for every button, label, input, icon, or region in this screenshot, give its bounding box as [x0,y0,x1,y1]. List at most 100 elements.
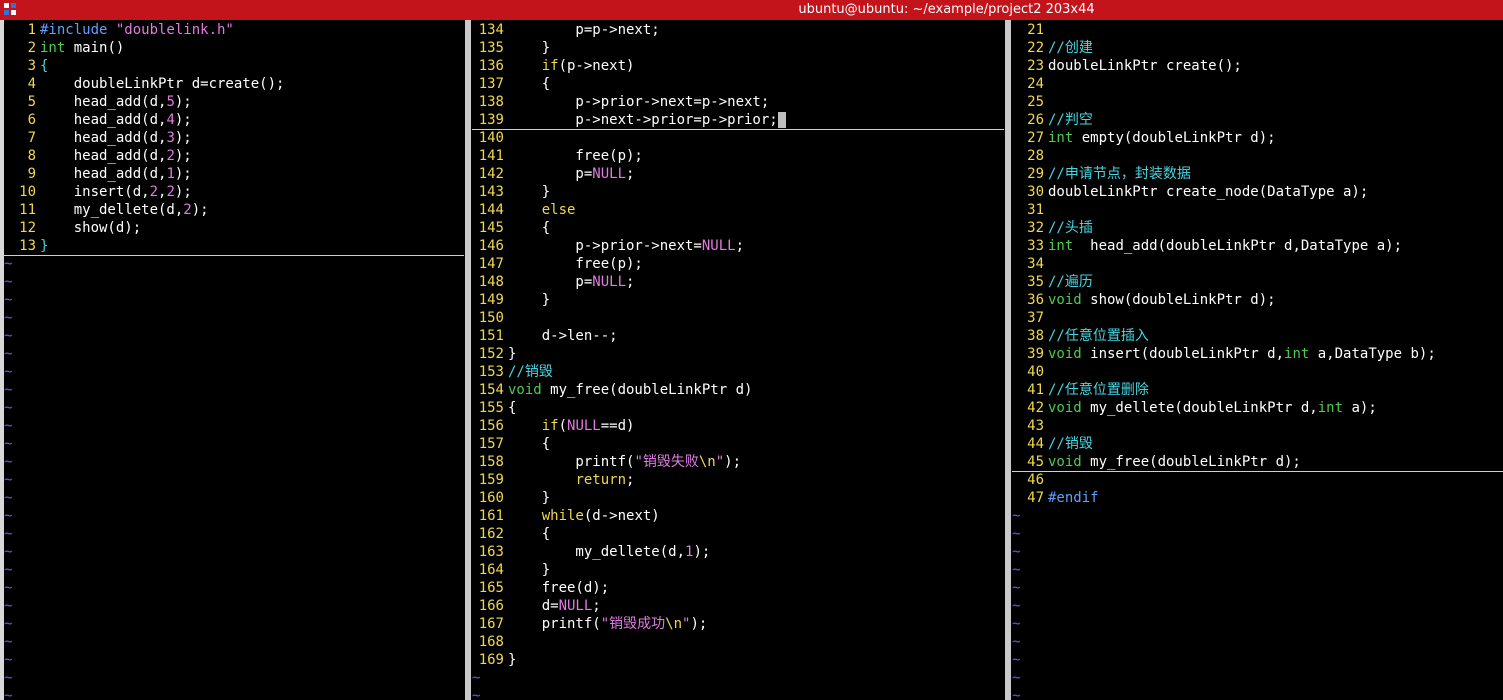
line-number: 144 [478,202,504,218]
code-line[interactable]: 157 { [472,435,1004,453]
code-line[interactable]: 146 p->prior->next=NULL; [472,237,1004,255]
code-line[interactable]: 11 my_dellete(d,2); [4,201,464,219]
code-line[interactable]: 162 { [472,525,1004,543]
code-line[interactable]: 41//任意位置删除 [1012,381,1503,399]
code-line[interactable]: 4 doubleLinkPtr d=create(); [4,75,464,93]
code-line[interactable]: 136 if(p->next) [472,57,1004,75]
code-line[interactable]: 30 doubleLinkPtr create_node(DataType a); [1012,183,1503,201]
code-line[interactable]: 32//头插 [1012,219,1503,237]
code-line[interactable]: 151 d->len--; [472,327,1004,345]
code-line[interactable]: 21 [1012,21,1503,39]
code-line[interactable]: 149 } [472,291,1004,309]
code-line[interactable]: 168 [472,633,1004,651]
code-line[interactable]: 150 [472,309,1004,327]
code-line[interactable]: 155{ [472,399,1004,417]
code-line[interactable]: 44//销毁 [1012,435,1503,453]
code-line[interactable]: 23 doubleLinkPtr create(); [1012,57,1503,75]
tilde-marker: ~ [4,652,13,668]
code-line[interactable]: 153//销毁 [472,363,1004,381]
code-line[interactable]: 1 #include "doublelink.h" [4,21,464,39]
code-line[interactable]: 160 } [472,489,1004,507]
terminal-titlebar[interactable]: ubuntu@ubuntu: ~/example/project2 203x44 [0,0,1503,20]
code-line[interactable]: 34 [1012,255,1503,273]
code-line[interactable]: 138 p->prior->next=p->next; [472,93,1004,111]
code-line[interactable]: 25 [1012,93,1503,111]
line-number: 24 [1027,76,1044,92]
code-line[interactable]: 165 free(d); [472,579,1004,597]
code-line[interactable]: 3{ [4,57,464,75]
code-line[interactable]: 7 head_add(d,3); [4,129,464,147]
line-number: 136 [478,58,504,74]
code-line[interactable]: 10 insert(d,2,2); [4,183,464,201]
empty-line-marker: ~ [4,273,464,291]
empty-line-marker: ~ [4,291,464,309]
code-line[interactable]: 2 int main() [4,39,464,57]
code-line[interactable]: 159 return; [472,471,1004,489]
code-line[interactable]: 166 d=NULL; [472,597,1004,615]
code-line[interactable]: 39 void insert(doubleLinkPtr d,int a,Data… [1012,345,1503,363]
code-line[interactable]: 135 } [472,39,1004,57]
code-line[interactable]: 158 printf("销毁失败\n"); [472,453,1004,471]
code-line[interactable]: 154 void my_free(doubleLinkPtr d) [472,381,1004,399]
code-token: } [508,562,551,578]
code-line[interactable]: 29//申请节点，封装数据 [1012,165,1503,183]
code-line[interactable]: 6 head_add(d,4); [4,111,464,129]
code-token: return [575,472,627,488]
code-line[interactable]: 142 p=NULL; [472,165,1004,183]
code-line[interactable]: 161 while(d->next) [472,507,1004,525]
code-line[interactable]: 9 head_add(d,1); [4,165,464,183]
code-line[interactable]: 137 { [472,75,1004,93]
code-token: //头插 [1048,220,1093,236]
code-line[interactable]: 147 free(p); [472,255,1004,273]
tilde-marker: ~ [4,328,13,344]
code-line[interactable]: 169} [472,651,1004,669]
text-cursor [777,112,786,128]
code-line[interactable]: 5 head_add(d,5); [4,93,464,111]
code-line[interactable]: 40 [1012,363,1503,381]
code-line[interactable]: 145 { [472,219,1004,237]
code-line[interactable]: 140 [472,129,1004,147]
code-line[interactable]: 24 [1012,75,1503,93]
line-number: 2 [27,40,36,56]
vertical-split-divider[interactable] [465,20,471,700]
code-line[interactable]: 22//创建 [1012,39,1503,57]
empty-line-marker: ~ [1012,597,1503,615]
vim-pane-main[interactable]: 1 #include "doublelink.h" 2 int main() 3{4 d… [4,20,464,700]
line-number: 143 [478,184,504,200]
code-line[interactable]: 144 else [472,201,1004,219]
vim-pane-doublelink-c[interactable]: 134 p=p->next; 135 } 136 if(p->next) 137 {1… [472,20,1004,700]
code-line[interactable]: 47 #endif [1012,489,1503,507]
code-line[interactable]: 33 int head_add(doubleLinkPtr d,DataType … [1012,237,1503,255]
code-line[interactable]: 167 printf("销毁成功\n"); [472,615,1004,633]
code-line[interactable]: 163 my_dellete(d,1); [472,543,1004,561]
code-line[interactable]: 36 void show(doubleLinkPtr d); [1012,291,1503,309]
code-line[interactable]: 143 } [472,183,1004,201]
vertical-split-divider[interactable] [1005,20,1011,700]
code-token: NULL [592,274,627,290]
code-line[interactable]: 152} [472,345,1004,363]
code-line[interactable]: 42 void my_dellete(doubleLinkPtr d,int a)… [1012,399,1503,417]
code-line[interactable]: 8 head_add(d,2); [4,147,464,165]
code-line[interactable]: 28 [1012,147,1503,165]
code-line[interactable]: 27 int empty(doubleLinkPtr d); [1012,129,1503,147]
code-line[interactable]: 35//遍历 [1012,273,1503,291]
vim-pane-doublelink-h[interactable]: 21 22//创建 23 doubleLinkPtr create(); 24 25 26/… [1012,20,1503,700]
code-token: p= [508,166,593,182]
code-line[interactable]: 141 free(p); [472,147,1004,165]
code-line[interactable]: 139 p->next->prior=p->prior; [472,111,1004,130]
code-line[interactable]: 134 p=p->next; [472,21,1004,39]
code-line[interactable]: 26//判空 [1012,111,1503,129]
tilde-marker: ~ [4,670,13,686]
code-line[interactable]: 156 if(NULL==d) [472,417,1004,435]
code-line[interactable]: 43 [1012,417,1503,435]
code-line[interactable]: 164 } [472,561,1004,579]
code-line[interactable]: 38//任意位置插入 [1012,327,1503,345]
code-line[interactable]: 45 void my_free(doubleLinkPtr d); [1012,453,1503,472]
code-line[interactable]: 46 [1012,471,1503,489]
code-line[interactable]: 13} [4,237,464,256]
code-line[interactable]: 148 p=NULL; [472,273,1004,291]
code-line[interactable]: 12 show(d); [4,219,464,237]
code-line[interactable]: 37 [1012,309,1503,327]
code-line[interactable]: 31 [1012,201,1503,219]
code-token: while [541,508,584,524]
